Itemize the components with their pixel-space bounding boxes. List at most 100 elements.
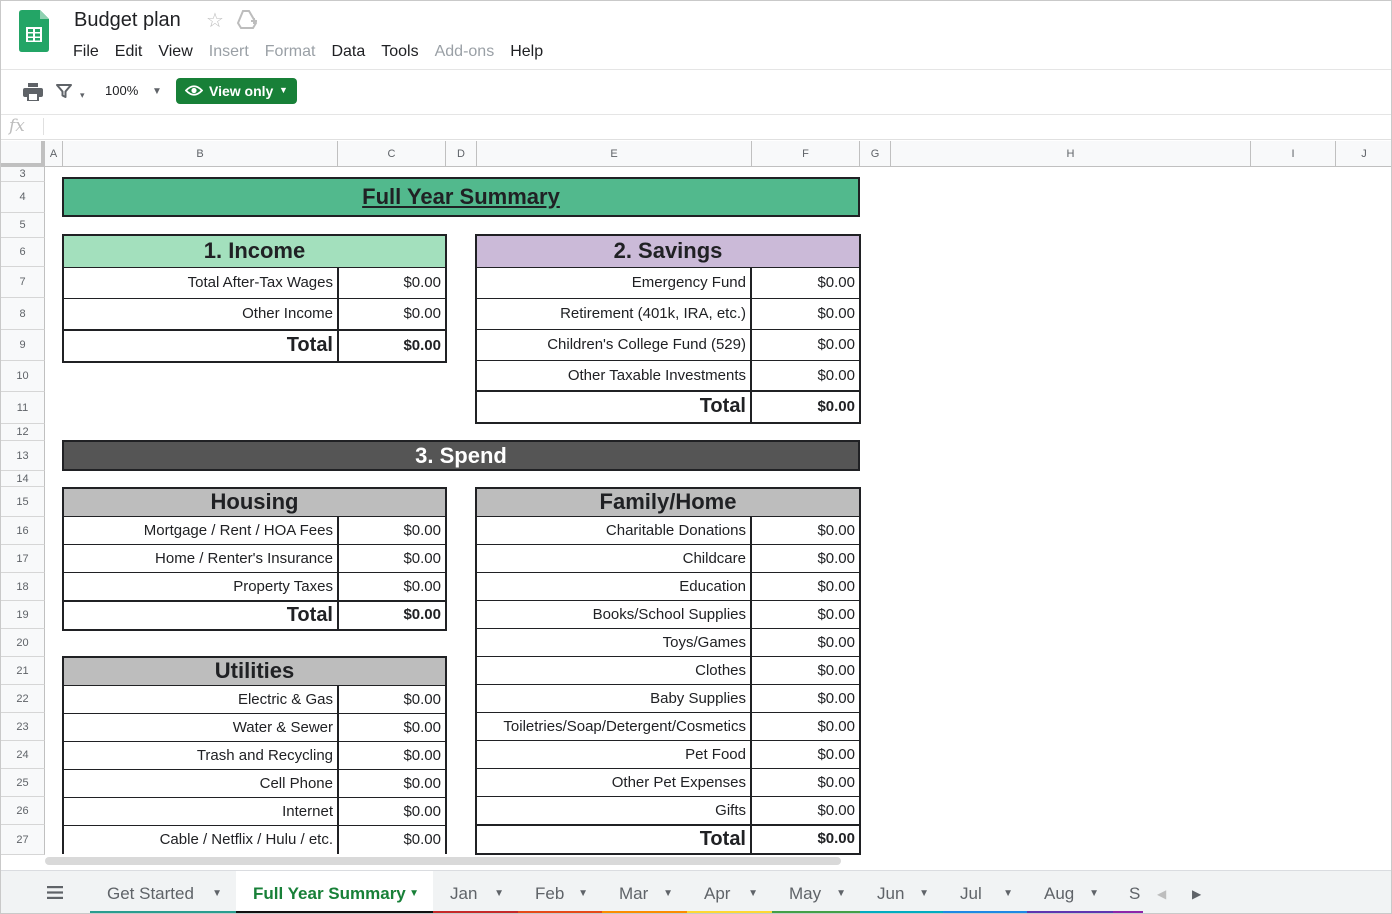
row-label[interactable]: Charitable Donations	[477, 517, 752, 544]
row-value[interactable]: $0.00	[339, 686, 445, 713]
column-header-h[interactable]: H	[891, 141, 1251, 167]
table-row[interactable]: Clothes $0.00	[477, 657, 859, 685]
row-header-14[interactable]: 14	[1, 471, 45, 487]
tab-dropdown-icon[interactable]: ▼	[663, 888, 673, 899]
tab-dropdown-icon[interactable]: ▼	[1089, 888, 1099, 899]
row-label[interactable]: Education	[477, 573, 752, 600]
row-value[interactable]: $0.00	[752, 268, 859, 298]
column-header-g[interactable]: G	[860, 141, 891, 167]
row-header-10[interactable]: 10	[1, 361, 45, 392]
table-row[interactable]: Books/School Supplies $0.00	[477, 601, 859, 629]
table-row[interactable]: Property Taxes $0.00	[64, 573, 445, 601]
tab-dropdown-icon[interactable]: ▼	[836, 888, 846, 899]
tab-dropdown-icon[interactable]: ▼	[1003, 888, 1013, 899]
print-icon[interactable]	[23, 83, 43, 101]
table-row[interactable]: Total After-Tax Wages $0.00	[64, 268, 445, 299]
column-header-b[interactable]: B	[63, 141, 338, 167]
sheet-tab-s[interactable]: S	[1113, 871, 1143, 913]
table-row[interactable]: Charitable Donations $0.00	[477, 517, 859, 545]
sheet-tab-jan[interactable]: Jan ▼	[433, 871, 518, 913]
sheet-tab-get-started[interactable]: Get Started ▼	[90, 871, 236, 913]
row-value[interactable]: $0.00	[339, 545, 445, 572]
table-row[interactable]: Other Taxable Investments $0.00	[477, 361, 859, 391]
total-label[interactable]: Total	[477, 392, 752, 422]
sheet-tab-feb[interactable]: Feb ▼	[518, 871, 602, 913]
star-icon[interactable]: ☆	[206, 8, 224, 33]
row-value[interactable]: $0.00	[752, 629, 859, 656]
tab-dropdown-icon[interactable]: ▼	[919, 888, 929, 899]
row-header-3[interactable]: 3	[1, 167, 45, 182]
row-value[interactable]: $0.00	[339, 714, 445, 741]
sheet-tab-aug[interactable]: Aug ▼	[1027, 871, 1113, 913]
row-value[interactable]: $0.00	[752, 741, 859, 768]
row-label[interactable]: Toiletries/Soap/Detergent/Cosmetics	[477, 713, 752, 740]
row-header-21[interactable]: 21	[1, 657, 45, 685]
row-header-23[interactable]: 23	[1, 713, 45, 741]
row-header-12[interactable]: 12	[1, 424, 45, 441]
row-label[interactable]: Books/School Supplies	[477, 601, 752, 628]
row-value[interactable]: $0.00	[339, 299, 445, 329]
table-row[interactable]: Retirement (401k, IRA, etc.) $0.00	[477, 299, 859, 330]
table-row[interactable]: Mortgage / Rent / HOA Fees $0.00	[64, 517, 445, 545]
view-only-button[interactable]: View only ▼	[176, 78, 297, 104]
row-value[interactable]: $0.00	[339, 268, 445, 298]
table-row[interactable]: Other Pet Expenses $0.00	[477, 769, 859, 797]
total-row[interactable]: Total $0.00	[477, 391, 859, 422]
row-label[interactable]: Electric & Gas	[64, 686, 339, 713]
row-label[interactable]: Total After-Tax Wages	[64, 268, 339, 298]
total-value[interactable]: $0.00	[339, 602, 445, 629]
column-header-j[interactable]: J	[1336, 141, 1391, 167]
row-header-6[interactable]: 6	[1, 238, 45, 267]
row-header-11[interactable]: 11	[1, 392, 45, 424]
table-row[interactable]: Emergency Fund $0.00	[477, 268, 859, 299]
menu-item-help[interactable]: Help	[510, 43, 543, 63]
row-header-8[interactable]: 8	[1, 298, 45, 330]
row-label[interactable]: Retirement (401k, IRA, etc.)	[477, 299, 752, 329]
sheet-tab-jun[interactable]: Jun ▼	[860, 871, 943, 913]
table-row[interactable]: Cable / Netflix / Hulu / etc. $0.00	[64, 826, 445, 854]
zoom-dropdown-icon[interactable]: ▼	[152, 86, 162, 97]
utilities-header[interactable]: Utilities	[64, 658, 445, 686]
table-row[interactable]: Home / Renter's Insurance $0.00	[64, 545, 445, 573]
menu-item-edit[interactable]: Edit	[115, 43, 143, 63]
income-table[interactable]: 1. Income Total After-Tax Wages $0.00 Other…	[62, 234, 447, 363]
family-header[interactable]: Family/Home	[477, 489, 859, 517]
row-value[interactable]: $0.00	[752, 713, 859, 740]
row-label[interactable]: Children's College Fund (529)	[477, 330, 752, 360]
row-header-22[interactable]: 22	[1, 685, 45, 713]
row-header-15[interactable]: 15	[1, 487, 45, 517]
row-label[interactable]: Baby Supplies	[477, 685, 752, 712]
row-label[interactable]: Other Taxable Investments	[477, 361, 752, 390]
table-row[interactable]: Water & Sewer $0.00	[64, 714, 445, 742]
row-value[interactable]: $0.00	[752, 330, 859, 360]
horizontal-scrollbar[interactable]	[45, 857, 841, 865]
tab-dropdown-icon[interactable]: ▼	[409, 888, 419, 899]
table-row[interactable]: Toiletries/Soap/Detergent/Cosmetics $0.00	[477, 713, 859, 741]
menu-item-data[interactable]: Data	[331, 43, 365, 63]
scroll-tabs-left-icon[interactable]: ◀	[1157, 887, 1166, 901]
total-label[interactable]: Total	[64, 602, 339, 629]
total-value[interactable]: $0.00	[339, 331, 445, 361]
row-header-25[interactable]: 25	[1, 769, 45, 797]
select-all-corner[interactable]	[1, 141, 45, 167]
row-header-7[interactable]: 7	[1, 267, 45, 298]
filter-dropdown-icon[interactable]: ▾	[80, 90, 85, 101]
table-row[interactable]: Electric & Gas $0.00	[64, 686, 445, 714]
utilities-table[interactable]: Utilities Electric & Gas $0.00 Water & Sewe…	[62, 656, 447, 854]
row-label[interactable]: Internet	[64, 798, 339, 825]
table-row[interactable]: Gifts $0.00	[477, 797, 859, 825]
column-header-d[interactable]: D	[446, 141, 477, 167]
scroll-tabs-right-icon[interactable]: ▶	[1192, 887, 1201, 901]
tab-dropdown-icon[interactable]: ▼	[748, 888, 758, 899]
row-header-9[interactable]: 9	[1, 330, 45, 361]
row-label[interactable]: Clothes	[477, 657, 752, 684]
table-row[interactable]: Other Income $0.00	[64, 299, 445, 330]
total-value[interactable]: $0.00	[752, 826, 859, 853]
row-label[interactable]: Home / Renter's Insurance	[64, 545, 339, 572]
row-value[interactable]: $0.00	[752, 361, 859, 390]
document-title[interactable]: Budget plan	[74, 9, 181, 32]
row-value[interactable]: $0.00	[339, 517, 445, 544]
full-year-summary-banner[interactable]: Full Year Summary	[62, 177, 860, 217]
row-label[interactable]: Other Income	[64, 299, 339, 329]
row-value[interactable]: $0.00	[339, 798, 445, 825]
